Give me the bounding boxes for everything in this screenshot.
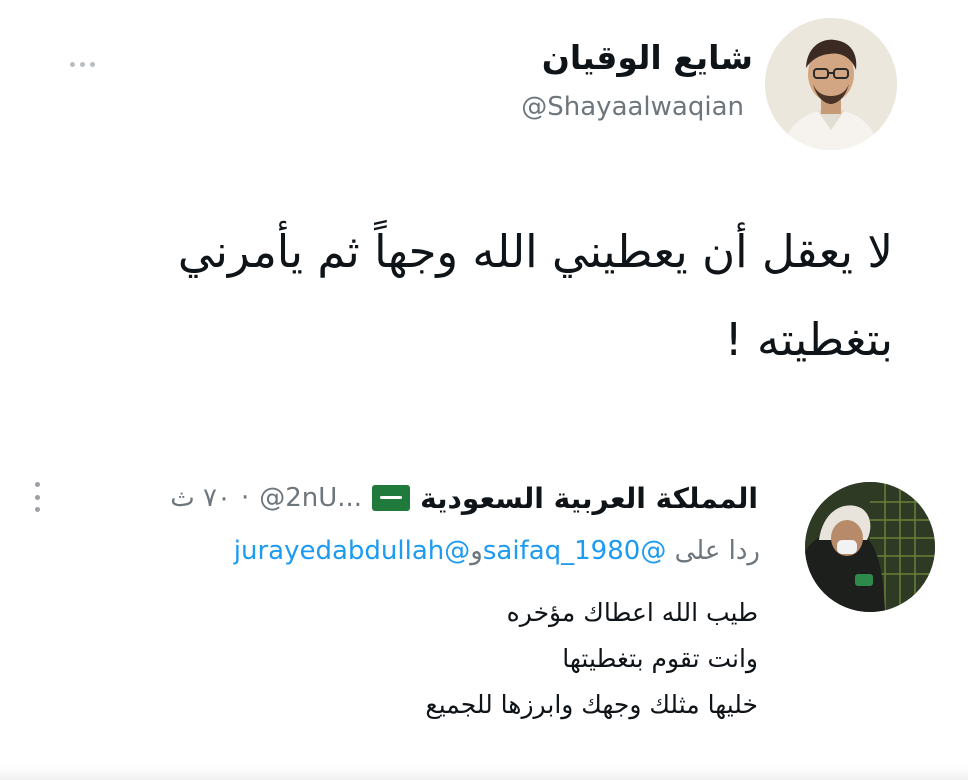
reply-text-line: خليها مثلك وجهك وابرزها للجميع: [425, 690, 758, 719]
replying-to-label: ردا على: [674, 536, 760, 566]
profile-photo-masked-man-icon: [805, 482, 935, 612]
saudi-flag-icon: [372, 485, 411, 511]
reply-user-handle[interactable]: @2nU...: [259, 483, 362, 513]
reply-tweet: المملكة العربية السعودية @2nU... · ٧٠ ث …: [0, 460, 968, 780]
reply-avatar[interactable]: [805, 482, 935, 612]
reply-header: المملكة العربية السعودية @2nU... · ٧٠ ث: [170, 476, 758, 520]
display-name[interactable]: شايع الوقيان: [542, 38, 753, 77]
mention-link[interactable]: @jurayedabdullah: [234, 536, 471, 566]
user-handle[interactable]: @Shayaalwaqian: [521, 92, 744, 122]
tweet-text: لا يعقل أن يعطيني الله وجهاً ثم يأمرني ب…: [93, 208, 893, 384]
bottom-edge: [0, 765, 968, 780]
reply-text-line: طيب الله اعطاك مؤخره: [506, 598, 758, 627]
reply-text-line: وانت تقوم بتغطيتها: [562, 644, 758, 673]
reply-timestamp[interactable]: ٧٠ ث: [170, 483, 231, 513]
mention-link[interactable]: @saifaq_1980: [483, 536, 666, 566]
tweet-text-line: بتغطيته !: [724, 313, 893, 366]
reply-display-name[interactable]: المملكة العربية السعودية: [420, 482, 758, 515]
screenshot-canvas: شايع الوقيان @Shayaalwaqian لا يعقل أن ي…: [0, 0, 968, 780]
main-tweet: شايع الوقيان @Shayaalwaqian لا يعقل أن ي…: [0, 0, 968, 400]
avatar[interactable]: [765, 18, 897, 150]
reply-text: طيب الله اعطاك مؤخره وانت تقوم بتغطيتها …: [425, 590, 758, 728]
more-vertical-icon[interactable]: [32, 482, 42, 512]
more-horizontal-icon[interactable]: [70, 52, 110, 72]
tweet-text-line: لا يعقل أن يعطيني الله وجهاً ثم يأمرني: [177, 225, 893, 278]
separator-dot: ·: [240, 483, 250, 513]
profile-photo-man-icon: [765, 18, 897, 150]
replying-to: ردا على @saifaq_1980و@jurayedabdullah: [234, 536, 760, 566]
conjunction-text: و: [470, 536, 483, 566]
